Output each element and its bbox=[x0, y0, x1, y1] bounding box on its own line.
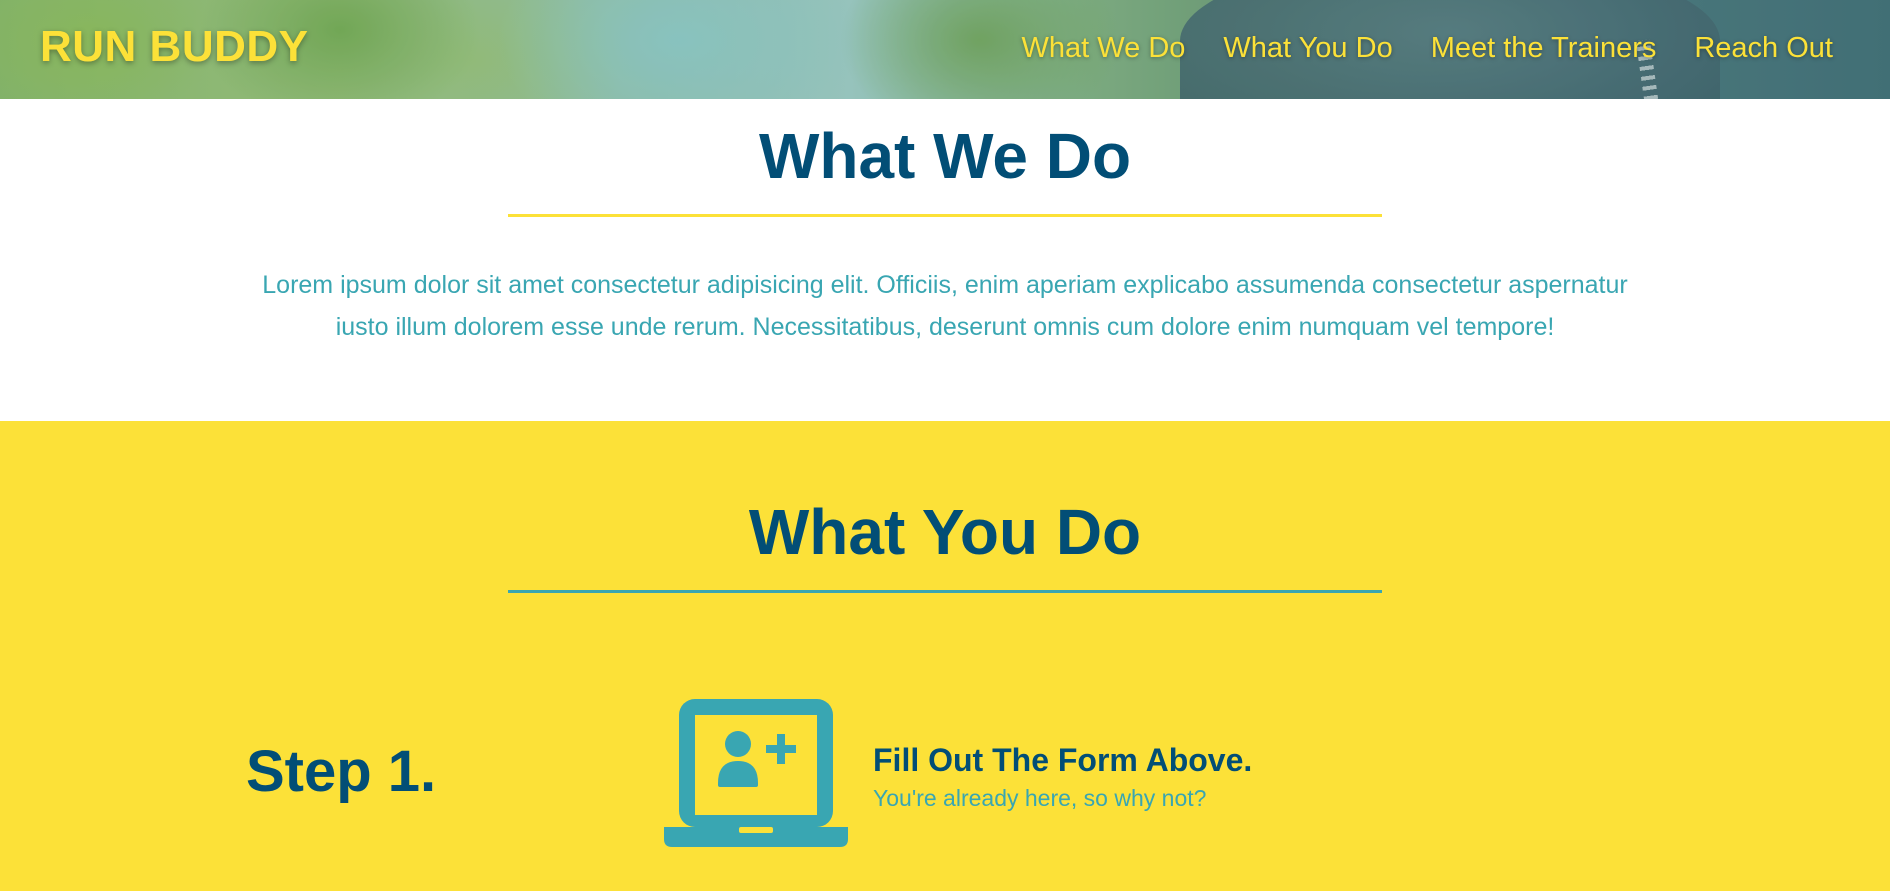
step-1-heading: Fill Out The Form Above. bbox=[873, 742, 1253, 778]
nav-item-meet-the-trainers: Meet the Trainers bbox=[1431, 32, 1657, 65]
site-logo[interactable]: RUN BUDDY bbox=[40, 22, 309, 72]
nav-item-reach-out: Reach Out bbox=[1694, 32, 1833, 65]
what-you-do-section: What You Do Step 1. Fill Out The Form Ab… bbox=[0, 421, 1890, 891]
nav-item-what-we-do: What We Do bbox=[1022, 32, 1186, 65]
nav-link-what-you-do[interactable]: What You Do bbox=[1223, 32, 1392, 64]
what-we-do-title-underline bbox=[508, 214, 1382, 217]
nav-link-what-we-do[interactable]: What We Do bbox=[1022, 32, 1186, 64]
nav-link-reach-out[interactable]: Reach Out bbox=[1694, 32, 1833, 64]
nav-item-what-you-do: What You Do bbox=[1223, 32, 1392, 65]
nav-link-meet-the-trainers[interactable]: Meet the Trainers bbox=[1431, 32, 1657, 64]
laptop-add-user-icon bbox=[664, 699, 848, 847]
main-nav: What We Do What You Do Meet the Trainers… bbox=[1022, 32, 1833, 65]
what-you-do-title: What You Do bbox=[748, 496, 1142, 568]
step-1-label: Step 1. bbox=[246, 739, 437, 804]
step-1-subtext: You're already here, so why not? bbox=[873, 785, 1207, 811]
site-header: RUN BUDDY What We Do What You Do Meet th… bbox=[0, 0, 1890, 99]
what-we-do-body: Lorem ipsum dolor sit amet consectetur a… bbox=[262, 271, 1628, 341]
what-you-do-title-underline bbox=[508, 590, 1382, 593]
what-we-do-section: What We Do Lorem ipsum dolor sit amet co… bbox=[0, 99, 1890, 421]
what-we-do-title: What We Do bbox=[758, 120, 1132, 192]
